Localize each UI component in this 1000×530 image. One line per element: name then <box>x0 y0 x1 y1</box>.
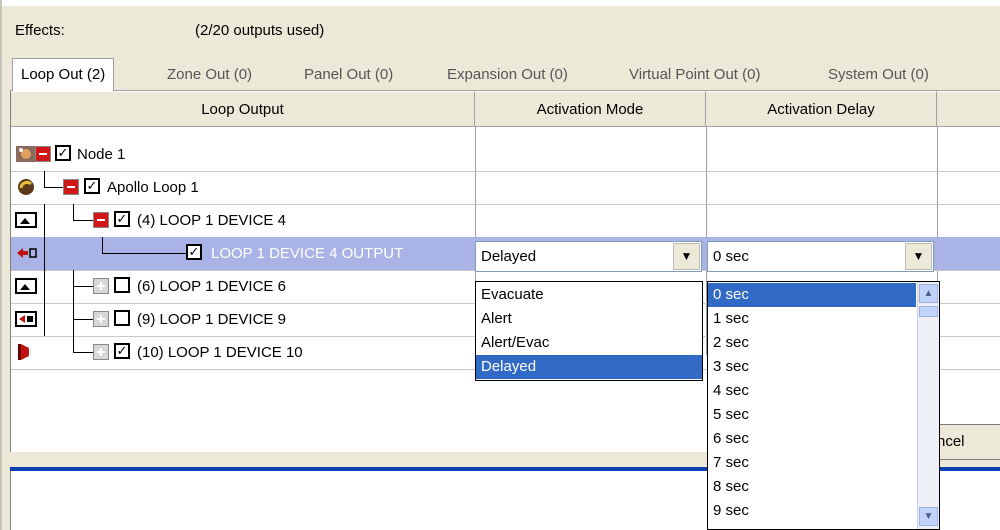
expand-collapse-toggle[interactable] <box>35 146 51 162</box>
expand-collapse-toggle[interactable] <box>63 179 79 195</box>
tab-zone-out[interactable]: Zone Out (0) <box>167 61 252 91</box>
tree-connector <box>102 237 103 254</box>
tab-panel-out[interactable]: Panel Out (0) <box>304 61 393 91</box>
tab-system-out[interactable]: System Out (0) <box>828 61 929 91</box>
sounder-icon <box>18 344 29 360</box>
option-6-sec[interactable]: 6 sec <box>708 427 916 451</box>
tree-row-label: (4) LOOP 1 DEVICE 4 <box>137 212 286 229</box>
output-icon <box>17 248 37 258</box>
option-4-sec[interactable]: 4 sec <box>708 379 916 403</box>
tree-row-label: Apollo Loop 1 <box>107 179 199 196</box>
node-1-checkbox[interactable]: ✓ <box>55 145 71 161</box>
outputs-used-count: (2/20 outputs used) <box>195 22 325 39</box>
tree-connector <box>44 204 45 237</box>
expand-collapse-toggle[interactable] <box>93 311 109 327</box>
column-header-activation-delay[interactable]: Activation Delay <box>706 91 937 127</box>
activation-mode-value: Delayed <box>481 248 537 265</box>
tab-loop-out[interactable]: Loop Out (2) <box>12 58 115 92</box>
tree-connector <box>44 270 45 303</box>
scroll-down-icon[interactable]: ▼ <box>919 507 938 526</box>
cancel-button-label: ncel <box>937 433 965 450</box>
tree-row-label: Node 1 <box>77 146 126 163</box>
option-alert[interactable]: Alert <box>476 307 702 331</box>
tree-connector <box>44 303 45 336</box>
device-10-checkbox[interactable]: ✓ <box>114 343 130 359</box>
device-9-checkbox[interactable] <box>114 310 130 326</box>
tree-row-label: (10) LOOP 1 DEVICE 10 <box>137 344 303 361</box>
expand-collapse-toggle[interactable] <box>93 344 109 360</box>
option-delayed[interactable]: Delayed <box>476 355 702 379</box>
column-header-loop-output[interactable]: Loop Output <box>11 91 475 127</box>
activation-mode-dropdown-list: Evacuate Alert Alert/Evac Delayed <box>475 281 703 381</box>
tree-connector <box>73 352 93 353</box>
tree-row-apollo-loop-1[interactable]: ✓ Apollo Loop 1 <box>11 171 1000 204</box>
tree-connector <box>73 319 93 320</box>
tree-connector <box>73 220 93 221</box>
option-evacuate[interactable]: Evacuate <box>476 283 702 307</box>
tree-connector <box>44 237 45 270</box>
tab-bar: Loop Out (2) Zone Out (0) Panel Out (0) … <box>10 58 1000 92</box>
activation-delay-dropdown-list: 0 sec 1 sec 2 sec 3 sec 4 sec 5 sec 6 se… <box>707 281 940 530</box>
column-header-empty <box>937 91 1000 127</box>
scroll-thumb[interactable] <box>919 306 938 317</box>
tree-connector <box>73 336 74 353</box>
tab-expansion-out[interactable]: Expansion Out (0) <box>447 61 568 91</box>
tree-row-label: LOOP 1 DEVICE 4 OUTPUT <box>211 245 404 262</box>
tree-connector <box>73 204 74 221</box>
option-9-sec[interactable]: 9 sec <box>708 499 916 523</box>
scroll-up-icon[interactable]: ▲ <box>919 284 938 303</box>
tab-virtual-point-out[interactable]: Virtual Point Out (0) <box>629 61 760 91</box>
dropdown-arrow-icon[interactable]: ▼ <box>905 243 932 270</box>
tree-connector <box>44 187 63 188</box>
tree-row-node-1[interactable]: ✓ Node 1 <box>11 138 1000 171</box>
device-output-icon <box>15 311 37 327</box>
device-icon <box>15 212 37 228</box>
option-1-sec[interactable]: 1 sec <box>708 307 916 331</box>
activation-delay-value: 0 sec <box>713 248 749 265</box>
tree-row-label: (9) LOOP 1 DEVICE 9 <box>137 311 286 328</box>
dropdown-arrow-icon[interactable]: ▼ <box>673 243 700 270</box>
effects-window: Effects: (2/20 outputs used) Loop Out (2… <box>0 0 1000 530</box>
device-4-checkbox[interactable]: ✓ <box>114 211 130 227</box>
effects-label: Effects: <box>15 22 65 39</box>
node-icon <box>16 146 36 162</box>
option-3-sec[interactable]: 3 sec <box>708 355 916 379</box>
option-alert-evac[interactable]: Alert/Evac <box>476 331 702 355</box>
option-0-sec[interactable]: 0 sec <box>708 283 916 307</box>
tree-row-label: (6) LOOP 1 DEVICE 6 <box>137 278 286 295</box>
loop-icon <box>18 179 34 195</box>
option-8-sec[interactable]: 8 sec <box>708 475 916 499</box>
option-7-sec[interactable]: 7 sec <box>708 451 916 475</box>
expand-collapse-toggle[interactable] <box>93 212 109 228</box>
column-header-activation-mode[interactable]: Activation Mode <box>475 91 706 127</box>
tree-connector <box>73 286 93 287</box>
device-6-checkbox[interactable] <box>114 277 130 293</box>
tree-connector <box>44 171 45 188</box>
expand-collapse-toggle[interactable] <box>93 278 109 294</box>
tree-row-device-4[interactable]: ✓ (4) LOOP 1 DEVICE 4 <box>11 204 1000 237</box>
tree-connector <box>102 253 186 254</box>
device-4-output-checkbox[interactable]: ✓ <box>186 244 202 260</box>
device-icon <box>15 278 37 294</box>
option-2-sec[interactable]: 2 sec <box>708 331 916 355</box>
top-edge <box>2 0 1000 6</box>
apollo-loop-1-checkbox[interactable]: ✓ <box>84 178 100 194</box>
dropdown-scrollbar[interactable]: ▲ ▼ <box>917 282 939 529</box>
option-5-sec[interactable]: 5 sec <box>708 403 916 427</box>
activation-delay-select[interactable]: 0 sec ▼ <box>707 241 934 272</box>
activation-mode-select[interactable]: Delayed ▼ <box>475 241 702 272</box>
